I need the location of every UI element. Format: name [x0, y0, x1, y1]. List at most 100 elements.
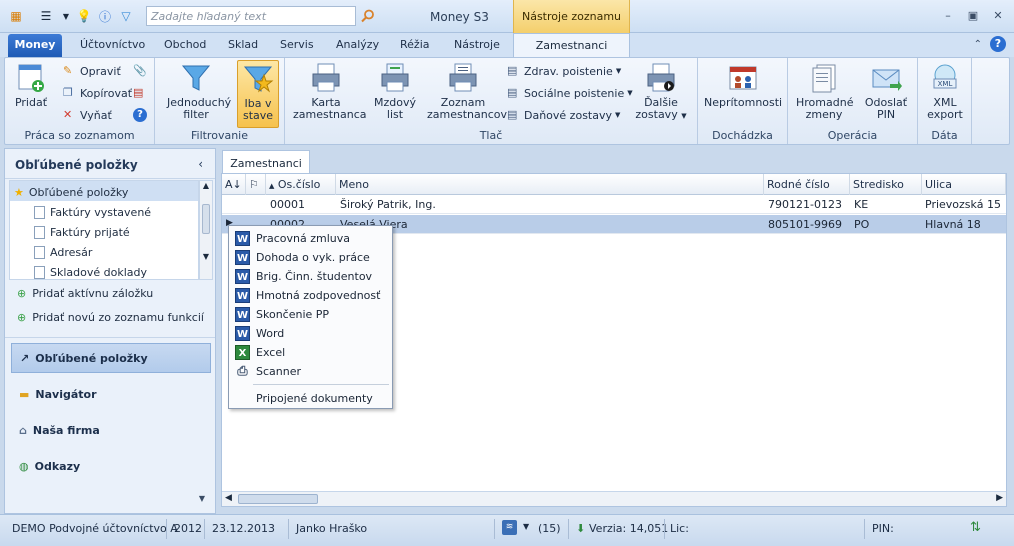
menu-item-work-agreement[interactable]: W Dohoda o vyk. práce: [231, 248, 391, 267]
edit-button[interactable]: ✎ Opraviť: [63, 64, 121, 78]
collapse-panel-icon[interactable]: ‹: [198, 157, 203, 171]
nav-links[interactable]: ◍ Odkazy: [11, 451, 211, 481]
remove-button[interactable]: ✕ Vyňať: [63, 108, 112, 122]
employee-card-button[interactable]: Karta zamestnanca: [293, 62, 367, 121]
menu-item-termination[interactable]: W Skončenie PP: [231, 305, 391, 324]
xml-export-button[interactable]: XML XML export: [922, 62, 968, 121]
tab-servis[interactable]: Servis: [280, 38, 314, 51]
menu-item-word[interactable]: W Word: [231, 324, 391, 343]
employee-list-button[interactable]: Zoznam zamestnancov: [427, 62, 507, 121]
download-icon[interactable]: ⬇: [576, 522, 585, 535]
social-insurance-button[interactable]: ▤ Sociálne poistenie ▼: [507, 86, 633, 100]
group-label-print: Tlač: [479, 129, 503, 142]
copy-button[interactable]: ❐ Kopírovať: [63, 86, 132, 100]
tab-analyzy[interactable]: Analýzy: [336, 38, 379, 51]
app-logo-icon[interactable]: ▦: [8, 8, 24, 24]
scroll-thumb[interactable]: [202, 204, 210, 234]
employee-list-label-2: zamestnancov: [427, 108, 508, 121]
social-printer-icon: ▤: [507, 86, 518, 99]
dropdown-arrow-icon[interactable]: ▼: [58, 8, 74, 24]
health-insurance-button[interactable]: ▤ Zdrav. poistenie ▼: [507, 64, 621, 78]
only-selected-button[interactable]: Iba v stave: [237, 60, 279, 128]
menu-item-scanner[interactable]: ⎙ Scanner: [231, 362, 391, 381]
restore-icon[interactable]: ▣: [965, 9, 981, 23]
add-new-link[interactable]: ⊕ Pridať novú zo zoznamu funkcií: [17, 311, 204, 324]
cell-street: Prievozská 15: [925, 198, 1001, 211]
employee-card-label-2: zamestnanca: [293, 108, 367, 121]
rss-icon[interactable]: ≋: [502, 520, 517, 535]
word-icon: W: [235, 307, 250, 322]
menu-item-work-contract[interactable]: W Pracovná zmluva: [231, 229, 391, 248]
menu-icon[interactable]: ☰: [38, 8, 54, 24]
home-icon: ⌂: [19, 423, 27, 437]
simple-filter-button[interactable]: Jednoduchý filter: [167, 62, 231, 121]
menu-item-liability[interactable]: W Hmotná zodpovednosť: [231, 286, 391, 305]
bulk-changes-button[interactable]: Hromadné zmeny: [796, 62, 853, 121]
attach-button[interactable]: 📎: [133, 64, 147, 78]
help-small-button[interactable]: ?: [133, 108, 147, 122]
sort-icon[interactable]: A↓: [222, 174, 246, 195]
horizontal-scroll-thumb[interactable]: [238, 494, 318, 504]
scroll-down-icon[interactable]: ▼: [200, 252, 212, 261]
nav-favorites[interactable]: ↗ Obľúbené položky: [11, 343, 211, 373]
sync-icon[interactable]: ⇅: [970, 520, 981, 535]
menu-item-label: Pracovná zmluva: [256, 232, 350, 245]
menu-item-attached-docs[interactable]: Pripojené dokumenty: [231, 389, 391, 408]
list-printer-icon: [447, 62, 479, 94]
payroll-label-2: list: [386, 108, 404, 121]
tab-zamestnanci[interactable]: Zamestnanci: [513, 33, 630, 58]
tab-rezia[interactable]: Réžia: [400, 38, 430, 51]
scroll-left-icon[interactable]: ◀: [225, 493, 232, 503]
absence-label: Neprítomnosti: [704, 96, 783, 109]
menu-item-excel[interactable]: X Excel: [231, 343, 391, 362]
tab-obchod[interactable]: Obchod: [164, 38, 206, 51]
favorites-header: Obľúbené položky ‹: [5, 149, 215, 179]
search-icon[interactable]: [358, 6, 378, 26]
tab-uctovnictvo[interactable]: Účtovníctvo: [80, 38, 145, 51]
bulk-changes-label-2: zmeny: [805, 108, 843, 121]
tab-money[interactable]: Money: [8, 34, 62, 57]
export-button[interactable]: ▤: [133, 86, 147, 100]
help-icon[interactable]: ?: [990, 36, 1006, 52]
tab-sklad[interactable]: Sklad: [228, 38, 258, 51]
horizontal-scrollbar[interactable]: ◀ ▶: [222, 491, 1006, 506]
col-center[interactable]: Stredisko: [850, 174, 922, 195]
col-employee-no[interactable]: ▲ Os.číslo: [266, 174, 336, 195]
rss-dropdown-icon[interactable]: ▼: [523, 522, 529, 531]
add-button[interactable]: Pridať: [13, 62, 49, 109]
table-row[interactable]: 00001 Široký Patrik, Ing. 790121-0123 KE…: [222, 195, 1006, 214]
filter-icon[interactable]: ▽: [118, 8, 134, 24]
tree-item-stock-docs[interactable]: Skladové doklady: [10, 261, 198, 281]
nav-our-company[interactable]: ⌂ Naša firma: [11, 415, 211, 445]
tab-nastroje[interactable]: Nástroje: [454, 38, 500, 51]
nav-navigator[interactable]: ▬ Navigátor: [11, 379, 211, 409]
more-reports-button[interactable]: Ďalšie zostavy ▼: [633, 62, 689, 122]
col-name[interactable]: Meno: [336, 174, 764, 195]
collapse-ribbon-icon[interactable]: ⌃: [974, 39, 982, 50]
tax-reports-button[interactable]: ▤ Daňové zostavy ▼: [507, 108, 620, 122]
absence-button[interactable]: Neprítomnosti: [704, 62, 782, 109]
lightbulb-icon[interactable]: 💡: [76, 8, 92, 24]
close-icon[interactable]: ✕: [990, 9, 1006, 23]
info-icon[interactable]: ⓘ: [97, 8, 113, 24]
col-street[interactable]: Ulica: [922, 174, 1006, 195]
col-birth-no[interactable]: Rodné číslo: [764, 174, 850, 195]
menu-item-student-work[interactable]: W Brig. Činn. študentov: [231, 267, 391, 286]
search-input[interactable]: Zadajte hľadaný text: [146, 6, 356, 26]
status-divider: [204, 519, 205, 539]
minimize-icon[interactable]: –: [940, 9, 956, 23]
tree-item-received-invoices[interactable]: Faktúry prijaté: [10, 221, 198, 241]
tree-scrollbar[interactable]: ▲ ▼: [199, 180, 213, 280]
scroll-right-icon[interactable]: ▶: [996, 493, 1003, 503]
tree-item-issued-invoices[interactable]: Faktúry vystavené: [10, 201, 198, 221]
payroll-button[interactable]: Mzdový list: [371, 62, 419, 121]
cell-birth-no: 805101-9969: [768, 218, 842, 231]
tree-item-favorites[interactable]: ★ Obľúbené položky: [10, 181, 198, 201]
document-tab-employees[interactable]: Zamestnanci: [222, 150, 310, 173]
flag-icon[interactable]: ⚐: [246, 174, 266, 195]
tree-item-address-book[interactable]: Adresár: [10, 241, 198, 261]
add-active-tab-link[interactable]: ⊕ Pridať aktívnu záložku: [17, 287, 153, 300]
send-pin-button[interactable]: Odoslať PIN: [860, 62, 912, 121]
scroll-up-icon[interactable]: ▲: [200, 181, 212, 190]
more-nav-icon[interactable]: ▼: [199, 494, 205, 503]
